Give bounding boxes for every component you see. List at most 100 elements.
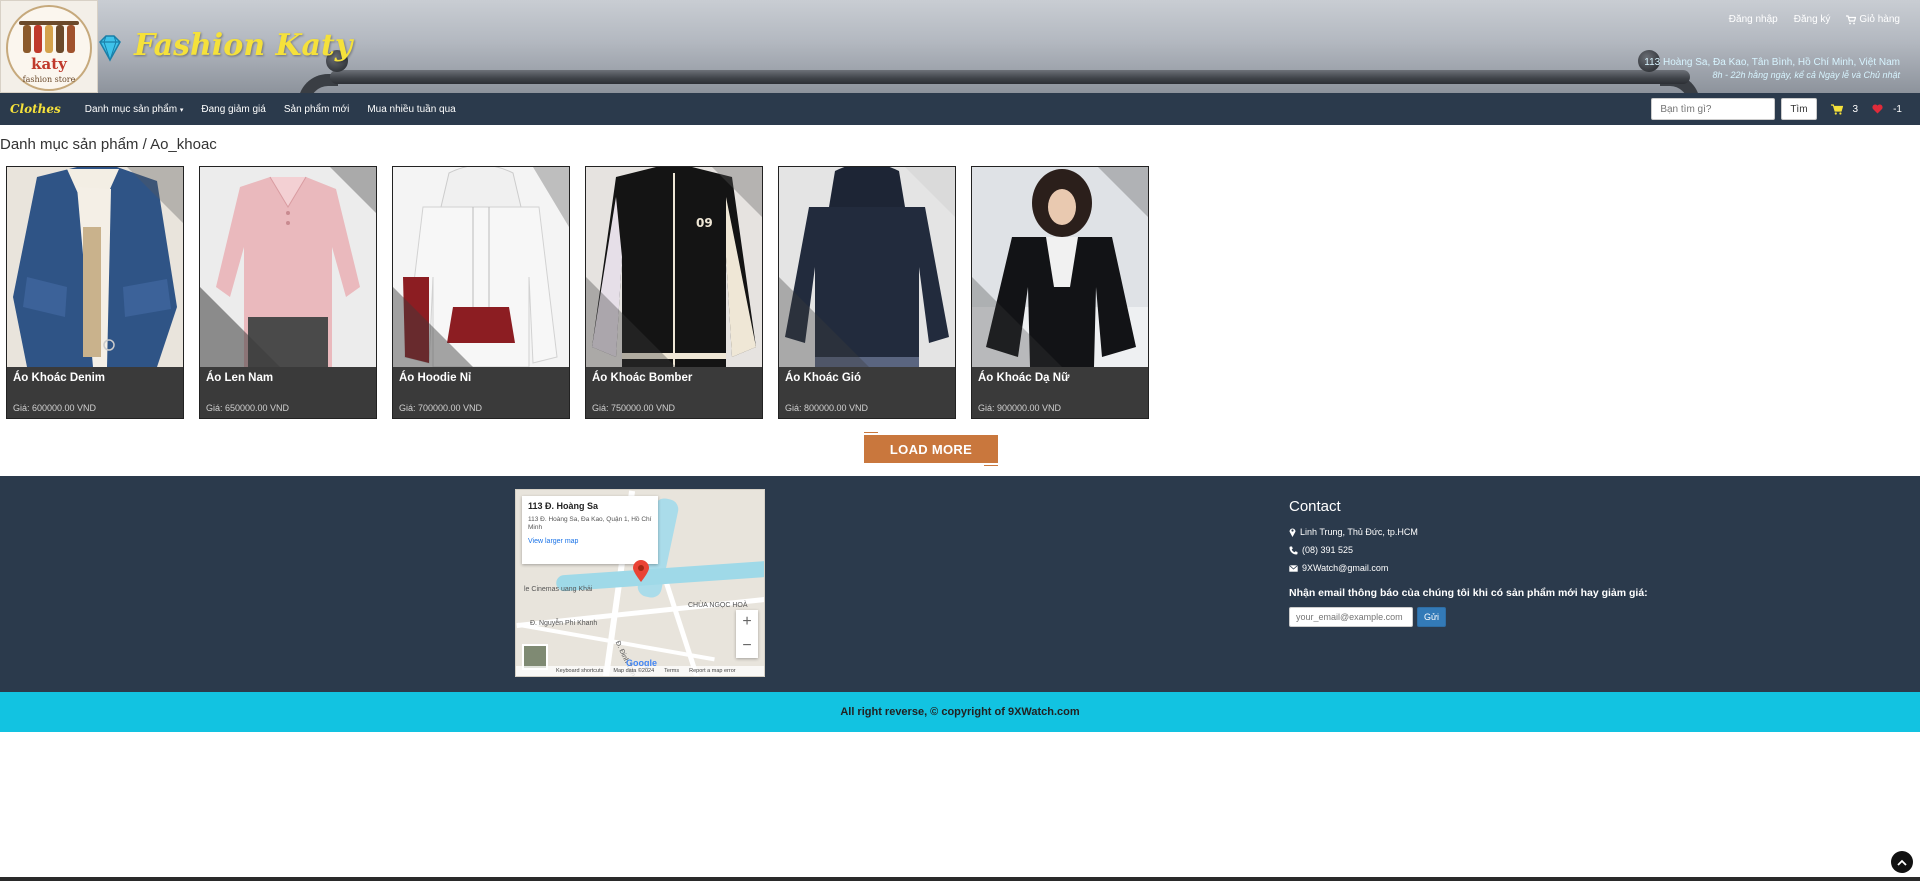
zoom-in-icon[interactable]: + <box>742 613 751 631</box>
product-price: Giá: 800000.00 VND <box>785 403 869 413</box>
product-card[interactable]: Áo Khoác Gió Giá: 800000.00 VND <box>778 166 956 419</box>
product-card[interactable]: Áo Khoác Denim Giá: 600000.00 VND <box>6 166 184 419</box>
phone-icon <box>1289 546 1298 554</box>
newsletter-email-input[interactable] <box>1289 607 1413 627</box>
opening-hours: 8h - 22h hằng ngày, kể cả Ngày lễ và Chủ… <box>1712 70 1900 80</box>
copyright-bar: All right reverse, © copyright of 9XWatc… <box>0 692 1920 732</box>
keyboard-shortcuts-link[interactable]: Keyboard shortcuts <box>556 668 603 674</box>
caret-down-icon: ▾ <box>179 106 184 114</box>
nav-item-best-sellers[interactable]: Mua nhiều tuần qua <box>367 104 455 115</box>
product-price: Giá: 750000.00 VND <box>592 403 676 413</box>
hover-overlay <box>972 167 1148 367</box>
hover-overlay <box>127 167 183 223</box>
login-link[interactable]: Đăng nhập <box>1729 14 1778 25</box>
map-pin-icon[interactable] <box>633 560 649 582</box>
logo-garment-icon <box>56 25 64 53</box>
zoom-out-icon[interactable]: − <box>742 637 751 655</box>
report-map-error-link[interactable]: Report a map error <box>689 668 735 674</box>
product-name[interactable]: Áo Khoác Dạ Nữ <box>978 372 1069 384</box>
google-map[interactable]: le Cinemas uang Khải Đ. Nguyễn Phi Khanh… <box>515 489 765 677</box>
contact-email: 9XWatch@gmail.com <box>1289 563 1648 573</box>
bottom-edge-bar <box>0 877 1920 881</box>
nav-item-new-products[interactable]: Sản phẩm mới <box>284 104 349 115</box>
brand-name[interactable]: Fashion Katy <box>134 28 352 63</box>
heart-icon <box>1872 104 1883 114</box>
map-attribution: Keyboard shortcuts Map data ©2024 Terms … <box>516 666 764 676</box>
cart-icon <box>1830 103 1843 115</box>
map-place-title: 113 Đ. Hoàng Sa <box>528 501 599 511</box>
hover-overlay <box>586 167 762 367</box>
logo-garment-icon <box>34 25 42 53</box>
header-banner: katy fashion store Fashion Katy Đăng nhậ… <box>0 0 1920 93</box>
store-address: 113 Hoàng Sa, Đa Kao, Tân Bình, Hồ Chí M… <box>1644 57 1900 68</box>
map-place-address: 113 Đ. Hoàng Sa, Đa Kao, Quận 1, Hồ Chí … <box>528 516 652 531</box>
product-image[interactable] <box>200 167 376 367</box>
map-zoom-controls: + − <box>736 610 758 658</box>
nav-menu: Danh mục sản phẩm ▾ Đang giảm giá Sản ph… <box>85 104 456 115</box>
product-image[interactable] <box>972 167 1148 367</box>
chevron-up-icon <box>1897 859 1907 866</box>
product-image[interactable]: 09 <box>586 167 762 367</box>
scroll-to-top-button[interactable] <box>1891 851 1913 873</box>
product-image[interactable] <box>779 167 955 367</box>
cart-link-label: Giỏ hàng <box>1859 14 1900 25</box>
logo-word: katy <box>31 55 67 73</box>
nav-brand[interactable]: Clothes <box>10 102 61 116</box>
nav-wishlist[interactable]: -1 <box>1872 104 1902 115</box>
search-input[interactable] <box>1651 98 1776 120</box>
newsletter-form: Gửi <box>1289 607 1648 627</box>
map-label-pagoda: CHÙA NGỌC HOÀ <box>688 602 748 609</box>
contact-section: Contact Linh Trung, Thủ Đức, tp.HCM (08)… <box>1289 498 1648 627</box>
product-card[interactable]: Áo Len Nam Giá: 650000.00 VND <box>199 166 377 419</box>
map-info-window: 113 Đ. Hoàng Sa 113 Đ. Hoàng Sa, Đa Kao,… <box>522 496 658 564</box>
cart-icon <box>1846 14 1857 24</box>
product-price: Giá: 700000.00 VND <box>399 403 483 413</box>
contact-address-text: Linh Trung, Thủ Đức, tp.HCM <box>1300 527 1418 537</box>
product-image[interactable] <box>393 167 569 367</box>
product-grid: Áo Khoác Denim Giá: 600000.00 VND Áo Len… <box>6 166 1149 419</box>
product-name[interactable]: Áo Len Nam <box>206 372 273 384</box>
product-image[interactable] <box>7 167 183 367</box>
product-name[interactable]: Áo Khoác Denim <box>13 372 105 384</box>
map-data-text: Map data ©2024 <box>613 668 655 674</box>
product-name[interactable]: Áo Khoác Gió <box>785 372 861 384</box>
breadcrumb: Danh mục sản phẩm / Ao_khoac <box>0 136 217 153</box>
diamond-icon <box>99 35 121 62</box>
contact-email-text: 9XWatch@gmail.com <box>1302 563 1389 573</box>
copyright-text: All right reverse, © copyright of 9XWatc… <box>840 706 1080 718</box>
hover-overlay <box>779 167 955 367</box>
view-larger-map-link[interactable]: View larger map <box>528 538 652 545</box>
product-price: Giá: 650000.00 VND <box>206 403 290 413</box>
logo-garment-icon <box>23 25 31 53</box>
map-marker-icon <box>1289 528 1296 537</box>
contact-address: Linh Trung, Thủ Đức, tp.HCM <box>1289 527 1648 537</box>
cart-count: 3 <box>1852 103 1859 115</box>
logo-garment-icon <box>67 25 75 53</box>
terms-link[interactable]: Terms <box>664 668 679 674</box>
register-link[interactable]: Đăng ký <box>1794 14 1831 25</box>
curtain-rod <box>330 70 1690 84</box>
footer: le Cinemas uang Khải Đ. Nguyễn Phi Khanh… <box>0 476 1920 692</box>
product-name[interactable]: Áo Hoodie Nỉ <box>399 372 471 384</box>
wishlist-count: -1 <box>1893 103 1902 115</box>
store-logo[interactable]: katy fashion store <box>0 0 98 93</box>
cart-link[interactable]: Giỏ hàng <box>1846 14 1900 25</box>
logo-garment-icon <box>45 25 53 53</box>
product-card[interactable]: Áo Khoác Dạ Nữ Giá: 900000.00 VND <box>971 166 1149 419</box>
search-button[interactable]: Tìm <box>1781 98 1817 120</box>
newsletter-send-button[interactable]: Gửi <box>1417 607 1447 627</box>
hover-overlay <box>393 167 569 367</box>
nav-item-categories[interactable]: Danh mục sản phẩm ▾ <box>85 104 184 115</box>
envelope-icon <box>1289 564 1298 572</box>
product-price: Giá: 600000.00 VND <box>13 403 97 413</box>
store-address-block: 113 Hoàng Sa, Đa Kao, Tân Bình, Hồ Chí M… <box>1644 56 1900 82</box>
nav-item-discount[interactable]: Đang giảm giá <box>201 104 265 115</box>
product-card[interactable]: Áo Hoodie Nỉ Giá: 700000.00 VND <box>392 166 570 419</box>
nav-cart[interactable]: 3 <box>1830 103 1859 115</box>
contact-phone-text: (08) 391 525 <box>1302 545 1354 555</box>
map-label-street: Đ. Nguyễn Phi Khanh <box>530 620 598 627</box>
nav-item-categories-label: Danh mục sản phẩm <box>84 103 178 115</box>
load-more-button[interactable]: LOAD MORE <box>864 432 998 466</box>
product-name[interactable]: Áo Khoác Bomber <box>592 372 692 384</box>
product-card[interactable]: 09 Áo Khoác Bomber Giá: 750000.00 VND <box>585 166 763 419</box>
